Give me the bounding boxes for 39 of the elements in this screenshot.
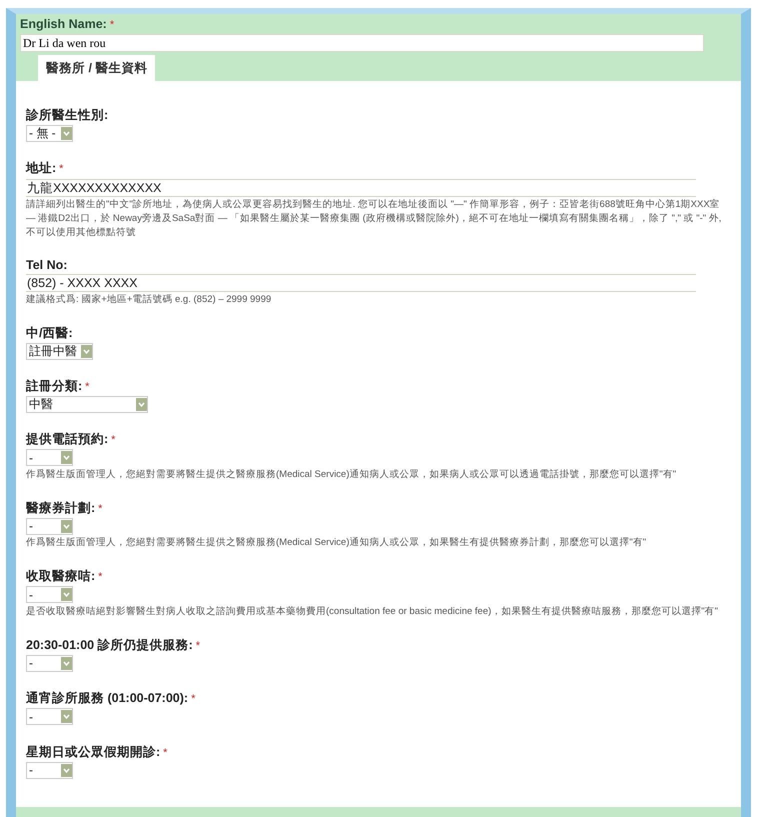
field-label: 中/西醫: — [26, 325, 73, 342]
required-mark: * — [98, 571, 102, 583]
required-mark: * — [85, 381, 90, 393]
field-label: 通宵診所服務 (01:00-07:00): — [26, 690, 188, 707]
field-label: 星期日或公眾假期開診: — [26, 744, 160, 760]
help-text: 作爲醫生版面管理人，您絕對需要將醫生提供之醫療服務(Medical Service)通知病人或公眾，如果病人或公眾可以透過電話掛號，那麼您可以選擇"有" — [26, 468, 678, 482]
select-field[interactable]: 中醫 — [26, 396, 148, 413]
help-text: 請詳細列出醫生的"中文"診所地址，為使病人或公眾更容易找到醫生的地址. 您可以在地址後面以 "—" 作簡單形容，例子：亞皆老街688號旺角中心第1期XXX室 — 港鐵D2出口，於 Neway旁邊及SaSa對面 — 「如果醫生屬於某一醫療集團 (政府機構或醫院除外)，絕不可在地址一欄填寫有關集團名稱」，除了 "," 或 "-" 外, 不可以使用其他標點符號 — [26, 198, 722, 240]
select-field[interactable]: 註冊中醫 — [26, 343, 93, 360]
select-field[interactable]: - 無 - — [26, 125, 73, 142]
field-label: 醫療券計劃: — [26, 500, 96, 516]
field-label: 收取醫療咭: — [26, 568, 96, 585]
required-mark: * — [191, 693, 196, 705]
field-label: 註冊分類: — [26, 378, 82, 395]
required-mark: * — [163, 746, 168, 758]
field-label: 診所醫生性別: — [26, 107, 108, 124]
input-field[interactable]: (852) - XXXX XXXX — [26, 274, 696, 292]
select-field[interactable]: - — [26, 586, 73, 603]
input-field[interactable]: 九龍XXXXXXXXXXXXX — [26, 179, 696, 197]
field-label: 20:30-01:00 診所仍提供服務: — [26, 636, 193, 654]
select-field[interactable]: - — [26, 449, 73, 466]
field-label: English Name: — [20, 17, 107, 31]
required-mark: * — [196, 640, 200, 652]
field-label: 提供電話預約: — [26, 431, 108, 448]
required-mark: * — [110, 19, 114, 31]
required-mark: * — [98, 502, 102, 514]
required-mark: * — [59, 163, 64, 175]
help-text: 建議格式爲: 國家+地區+電話號碼 e.g. (852) – 2999 9999 — [26, 293, 272, 307]
tab[interactable]: 醫務所 / 醫生資料 — [38, 55, 156, 81]
required-mark: * — [111, 434, 116, 446]
help-text: 是否收取醫療咭絕對影響醫生對病人收取之諮詢費用或基本藥物費用(consultation fee or basic medicine fee)，如果醫生有提供醫療咭服務，那麼您可以選擇"有" — [26, 604, 720, 618]
select-field[interactable]: - — [26, 654, 73, 672]
field-label: Tel No: — [26, 258, 68, 272]
help-text: 作爲醫生版面管理人，您絕對需要將醫生提供之醫療服務(Medical Service)通知病人或公眾，如果醫生有提供醫療券計劃，那麼您可以選擇"有" — [26, 536, 648, 550]
select-field[interactable]: - — [26, 518, 73, 534]
field-label: 地址: — [26, 160, 56, 177]
select-field[interactable]: - — [26, 708, 73, 725]
select-field[interactable]: - — [26, 762, 73, 778]
input-field[interactable]: Dr Li da wen rou — [20, 34, 704, 52]
